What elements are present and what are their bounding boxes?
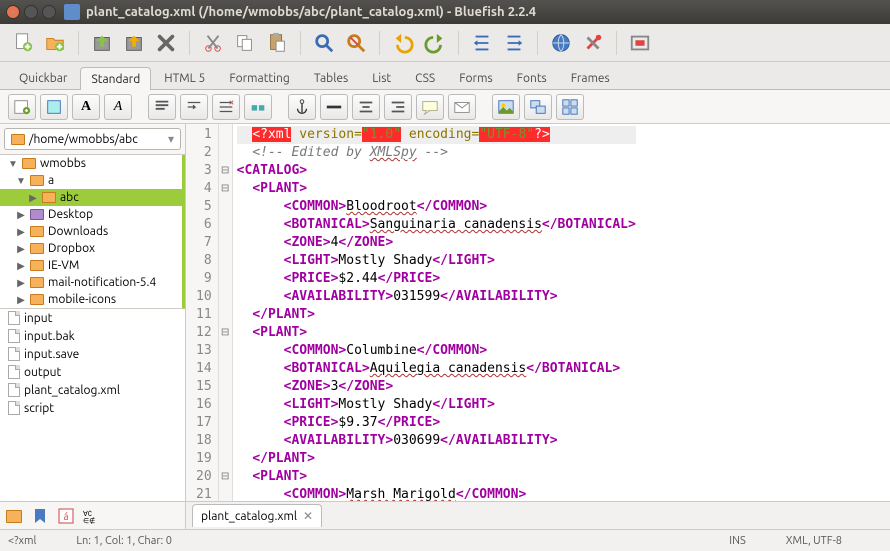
line-gutter: 12345678910111213141516171819202122 (186, 124, 219, 501)
indent-button[interactable] (499, 28, 529, 58)
status-insert-mode[interactable]: INS (729, 535, 745, 547)
redo-button[interactable] (420, 28, 450, 58)
break-icon[interactable] (180, 94, 208, 120)
standard-toolbar: A A (0, 90, 890, 124)
bold-icon[interactable]: A (72, 94, 100, 120)
tree-item[interactable]: ▶Desktop (0, 206, 182, 223)
tree-item[interactable]: ▶mobile-icons (0, 291, 182, 308)
app-icon (64, 4, 80, 20)
code-content[interactable]: <?xml version="1.0" encoding="UTF-8"?> <… (233, 124, 640, 501)
charref-tab-icon[interactable]: á (56, 506, 76, 526)
svg-text:á: á (63, 511, 68, 522)
file-item[interactable]: input (0, 309, 185, 327)
tab-list[interactable]: List (361, 66, 402, 89)
file-item[interactable]: input.save (0, 345, 185, 363)
unindent-button[interactable] (467, 28, 497, 58)
tree-item[interactable]: ▶IE-VM (0, 257, 182, 274)
thumbnail-icon[interactable] (524, 94, 552, 120)
preferences-button[interactable] (578, 28, 608, 58)
center-icon[interactable] (352, 94, 380, 120)
sidebar-bottom-tabs: á ∀∁∈∉ (0, 501, 185, 529)
rightalign-icon[interactable] (384, 94, 412, 120)
tree-item-selected[interactable]: ▶abc (0, 189, 182, 206)
find-replace-button[interactable] (341, 28, 371, 58)
cut-button[interactable] (198, 28, 228, 58)
bookmarks-tab-icon[interactable] (30, 506, 50, 526)
window-close-button[interactable]: × (6, 5, 20, 19)
paste-button[interactable] (262, 28, 292, 58)
editor-tab-label: plant_catalog.xml (201, 510, 297, 523)
status-hint: <?xml (8, 535, 36, 547)
quickstart-icon[interactable] (8, 94, 36, 120)
save-button[interactable] (87, 28, 117, 58)
snippets-tab-icon[interactable]: ∀∁∈∉ (82, 506, 102, 526)
file-item[interactable]: plant_catalog.xml (0, 381, 185, 399)
tab-html5[interactable]: HTML 5 (153, 66, 216, 89)
breakclear-icon[interactable] (212, 94, 240, 120)
email-icon[interactable] (448, 94, 476, 120)
multithumbnail-icon[interactable] (556, 94, 584, 120)
file-item[interactable]: input.bak (0, 327, 185, 345)
image-icon[interactable] (492, 94, 520, 120)
svg-text:∈∉: ∈∉ (83, 517, 95, 524)
paragraph-icon[interactable] (148, 94, 176, 120)
filebrowser-tab-icon[interactable] (4, 506, 24, 526)
comment-icon[interactable] (416, 94, 444, 120)
find-button[interactable] (309, 28, 339, 58)
tab-quickbar[interactable]: Quickbar (8, 66, 78, 89)
editor-tab[interactable]: plant_catalog.xml ✕ (192, 504, 322, 527)
editor-area: 12345678910111213141516171819202122 ⊟⊟⊟⊟… (186, 124, 890, 529)
tree-item[interactable]: ▼a (0, 172, 182, 189)
file-list[interactable]: input input.bak input.save output plant_… (0, 309, 185, 501)
window-title: plant_catalog.xml (/home/wmobbs/abc/plan… (86, 5, 536, 19)
side-panel: /home/wmobbs/abc ▾ ▼wmobbs ▼a ▶abc ▶Desk… (0, 124, 186, 529)
chevron-down-icon: ▾ (168, 132, 174, 146)
file-item[interactable]: output (0, 363, 185, 381)
title-bar: × plant_catalog.xml (/home/wmobbs/abc/pl… (0, 0, 890, 24)
status-position: Ln: 1, Col: 1, Char: 0 (76, 535, 172, 547)
new-file-button[interactable] (8, 28, 38, 58)
fullscreen-button[interactable] (625, 28, 655, 58)
folder-tree[interactable]: ▼wmobbs ▼a ▶abc ▶Desktop ▶Downloads ▶Dro… (0, 155, 185, 309)
status-bar: <?xml Ln: 1, Col: 1, Char: 0 INS XML, UT… (0, 529, 890, 551)
tab-standard[interactable]: Standard (80, 67, 151, 90)
editor-tab-bar: plant_catalog.xml ✕ (186, 501, 890, 529)
copy-button[interactable] (230, 28, 260, 58)
tab-formatting[interactable]: Formatting (218, 66, 301, 89)
file-item[interactable]: script (0, 399, 185, 417)
tree-item[interactable]: ▶Downloads (0, 223, 182, 240)
undo-button[interactable] (388, 28, 418, 58)
tab-tables[interactable]: Tables (303, 66, 359, 89)
breadcrumb: /home/wmobbs/abc ▾ (0, 124, 185, 155)
code-editor[interactable]: 12345678910111213141516171819202122 ⊟⊟⊟⊟… (186, 124, 890, 501)
nbsp-icon[interactable] (244, 94, 272, 120)
tab-forms[interactable]: Forms (448, 66, 503, 89)
toolbar-tabs: Quickbar Standard HTML 5 Formatting Tabl… (0, 62, 890, 90)
window-maximize-button[interactable] (42, 5, 56, 19)
folder-icon (11, 134, 25, 145)
main-toolbar (0, 24, 890, 62)
body-icon[interactable] (40, 94, 68, 120)
path-selector[interactable]: /home/wmobbs/abc ▾ (4, 128, 181, 150)
close-tab-icon[interactable]: ✕ (303, 509, 313, 523)
save-as-button[interactable] (119, 28, 149, 58)
tree-item[interactable]: ▶mail-notification-5.4 (0, 274, 182, 291)
anchor-icon[interactable] (288, 94, 316, 120)
browser-preview-button[interactable] (546, 28, 576, 58)
tab-css[interactable]: CSS (404, 66, 446, 89)
tree-item[interactable]: ▶Dropbox (0, 240, 182, 257)
window-minimize-button[interactable] (24, 5, 38, 19)
italic-icon[interactable]: A (104, 94, 132, 120)
open-file-button[interactable] (40, 28, 70, 58)
tab-frames[interactable]: Frames (560, 66, 621, 89)
status-filetype[interactable]: XML, UTF-8 (786, 535, 842, 547)
tree-root[interactable]: ▼wmobbs (0, 155, 182, 172)
close-file-button[interactable] (151, 28, 181, 58)
tab-fonts[interactable]: Fonts (506, 66, 558, 89)
hrule-icon[interactable] (320, 94, 348, 120)
breadcrumb-path: /home/wmobbs/abc (29, 133, 138, 146)
fold-column[interactable]: ⊟⊟⊟⊟ (219, 124, 233, 501)
